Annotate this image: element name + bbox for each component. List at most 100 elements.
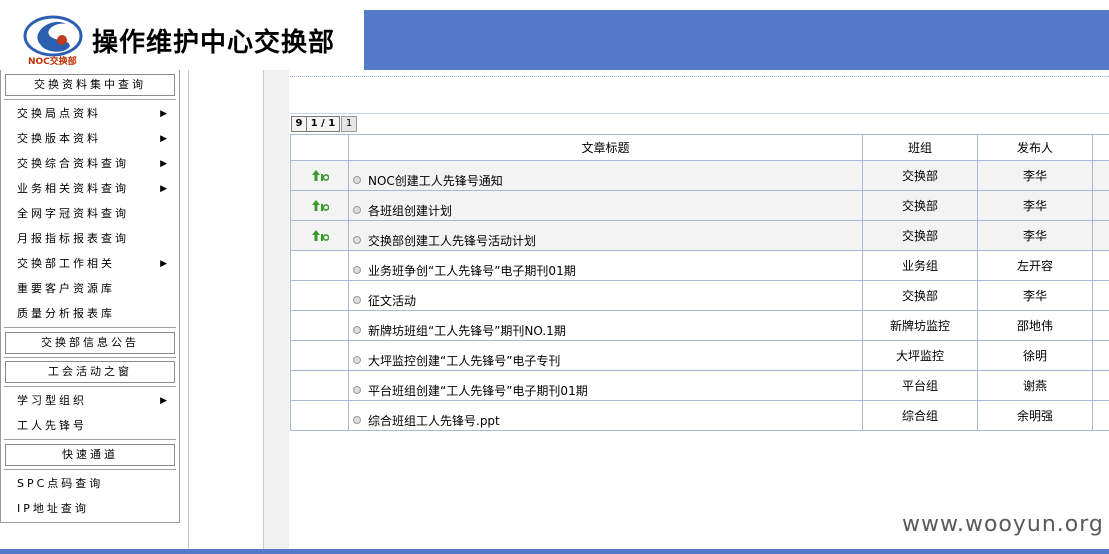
page-indicator: 1 / 1 (306, 116, 340, 132)
menu-divider (4, 469, 176, 470)
row-extra-cell (1092, 310, 1109, 341)
menu-item-monthly-report[interactable]: 月报指标报表查询 (17, 229, 167, 249)
row-icon-cell (290, 220, 349, 251)
row-group-cell: 交换部 (862, 280, 978, 311)
row-group-cell: 平台组 (862, 370, 978, 401)
row-title-cell: 综合班组工人先锋号.ppt (348, 400, 863, 431)
bullet-icon (353, 296, 361, 304)
table-row: NOC创建工人先锋号通知 交换部 李华 (290, 160, 1109, 191)
menu-item-key-customers[interactable]: 重要客户资源库 (17, 279, 167, 299)
submenu-arrow-icon: ▶ (160, 396, 167, 406)
menu-item-label: 学习型组织 (17, 394, 87, 407)
menu-item-prefix-query[interactable]: 全网字冠资料查询 (17, 204, 167, 224)
table-row: 大坪监控创建“工人先锋号”电子专刊 大坪监控 徐明 (290, 340, 1109, 371)
row-author-cell: 李华 (977, 280, 1093, 311)
table-row: 各班组创建计划 交换部 李华 (290, 190, 1109, 221)
row-title-cell: NOC创建工人先锋号通知 (348, 160, 863, 191)
menu-item-business-query[interactable]: 业务相关资料查询 ▶ (17, 179, 167, 199)
content-divider (290, 76, 1109, 77)
menu-item-learning-org[interactable]: 学习型组织 ▶ (17, 391, 167, 411)
logo-text: NOC交换部 (28, 57, 77, 67)
top-pinned-icon (311, 169, 329, 181)
menu-section-announcements[interactable]: 交换部信息公告 (5, 332, 175, 354)
row-title-cell: 大坪监控创建“工人先锋号”电子专刊 (348, 340, 863, 371)
menu-item-pioneer[interactable]: 工人先锋号 (17, 416, 167, 436)
table-row: 综合班组工人先锋号.ppt 综合组 余明强 (290, 400, 1109, 431)
article-link[interactable]: 征文活动 (368, 294, 416, 308)
bullet-icon (353, 386, 361, 394)
row-icon-cell (290, 340, 349, 371)
row-author-cell: 李华 (977, 160, 1093, 191)
bullet-icon (353, 266, 361, 274)
bullet-icon (353, 206, 361, 214)
table-row: 新牌坊班组“工人先锋号”期刊NO.1期 新牌坊监控 邵地伟 (290, 310, 1109, 341)
row-icon-cell (290, 370, 349, 401)
menu-item-label: IP地址查询 (17, 502, 89, 515)
menu-divider (4, 99, 176, 100)
article-table: 文章标题 班组 发布人 NOC创建工人先锋号通知 交换部 李华 各班组创建计划 交换部李… (290, 134, 1109, 431)
record-count: 9 (291, 116, 307, 132)
submenu-arrow-icon: ▶ (160, 134, 167, 144)
row-title-cell: 交换部创建工人先锋号活动计划 (348, 220, 863, 251)
menu-item-quality-reports[interactable]: 质量分析报表库 (17, 304, 167, 324)
row-author-cell: 李华 (977, 190, 1093, 221)
row-extra-cell (1092, 190, 1109, 221)
row-author-cell: 徐明 (977, 340, 1093, 371)
article-link[interactable]: 业务班争创“工人先锋号”电子期刊01期 (368, 264, 576, 278)
bullet-icon (353, 176, 361, 184)
header: NOC交换部 操作维护中心交换部 (0, 0, 1109, 70)
column-header-group[interactable]: 班组 (862, 134, 978, 161)
column-header-author[interactable]: 发布人 (977, 134, 1093, 161)
column-header-icon (290, 134, 349, 161)
site-title: 操作维护中心交换部 (92, 28, 336, 58)
article-link[interactable]: 新牌坊班组“工人先锋号”期刊NO.1期 (368, 324, 566, 338)
page-link[interactable]: 1 (341, 116, 357, 132)
top-pinned-icon (311, 199, 329, 211)
submenu-arrow-icon: ▶ (160, 259, 167, 269)
menu-item-ip-query[interactable]: IP地址查询 (17, 499, 167, 519)
menu-section-quick-access[interactable]: 快速通道 (5, 444, 175, 466)
menu-item-label: 交换综合资料查询 (17, 157, 129, 170)
menu-item-work-related[interactable]: 交换部工作相关 ▶ (17, 254, 167, 274)
article-link[interactable]: 交换部创建工人先锋号活动计划 (368, 234, 536, 248)
article-link[interactable]: 综合班组工人先锋号.ppt (368, 414, 500, 428)
submenu-arrow-icon: ▶ (160, 184, 167, 194)
header-banner (364, 10, 1109, 70)
row-extra-cell (1092, 400, 1109, 431)
table-row: 业务班争创“工人先锋号”电子期刊01期 业务组 左开容 (290, 250, 1109, 281)
column-header-title[interactable]: 文章标题 (348, 134, 863, 161)
row-group-cell: 交换部 (862, 190, 978, 221)
menu-section-union[interactable]: 工会活动之窗 (5, 361, 175, 383)
row-icon-cell (290, 190, 349, 221)
menu-divider (4, 327, 176, 328)
row-group-cell: 新牌坊监控 (862, 310, 978, 341)
row-extra-cell (1092, 370, 1109, 401)
row-group-cell: 交换部 (862, 220, 978, 251)
menu-section-query[interactable]: 交换资料集中查询 (5, 74, 175, 96)
row-icon-cell (290, 400, 349, 431)
article-link[interactable]: 大坪监控创建“工人先锋号”电子专刊 (368, 354, 560, 368)
menu-item-spc-query[interactable]: SPC点码查询 (17, 474, 167, 494)
bullet-icon (353, 326, 361, 334)
menu-item-version-data[interactable]: 交换版本资料 ▶ (17, 129, 167, 149)
article-link[interactable]: 平台班组创建“工人先锋号”电子期刊01期 (368, 384, 588, 398)
row-extra-cell (1092, 280, 1109, 311)
row-icon-cell (290, 160, 349, 191)
row-author-cell: 余明强 (977, 400, 1093, 431)
row-title-cell: 平台班组创建“工人先锋号”电子期刊01期 (348, 370, 863, 401)
article-link[interactable]: NOC创建工人先锋号通知 (368, 174, 503, 188)
row-author-cell: 邵地伟 (977, 310, 1093, 341)
menu-item-general-query[interactable]: 交换综合资料查询 ▶ (17, 154, 167, 174)
menu-divider (4, 439, 176, 440)
row-group-cell: 业务组 (862, 250, 978, 281)
row-extra-cell (1092, 160, 1109, 191)
row-title-cell: 各班组创建计划 (348, 190, 863, 221)
article-link[interactable]: 各班组创建计划 (368, 204, 452, 218)
menu-item-office-data[interactable]: 交换局点资料 ▶ (17, 104, 167, 124)
submenu-arrow-icon: ▶ (160, 109, 167, 119)
top-pinned-icon (311, 229, 329, 241)
table-row: 交换部创建工人先锋号活动计划 交换部 李华 (290, 220, 1109, 251)
row-extra-cell (1092, 340, 1109, 371)
row-group-cell: 交换部 (862, 160, 978, 191)
row-extra-cell (1092, 220, 1109, 251)
